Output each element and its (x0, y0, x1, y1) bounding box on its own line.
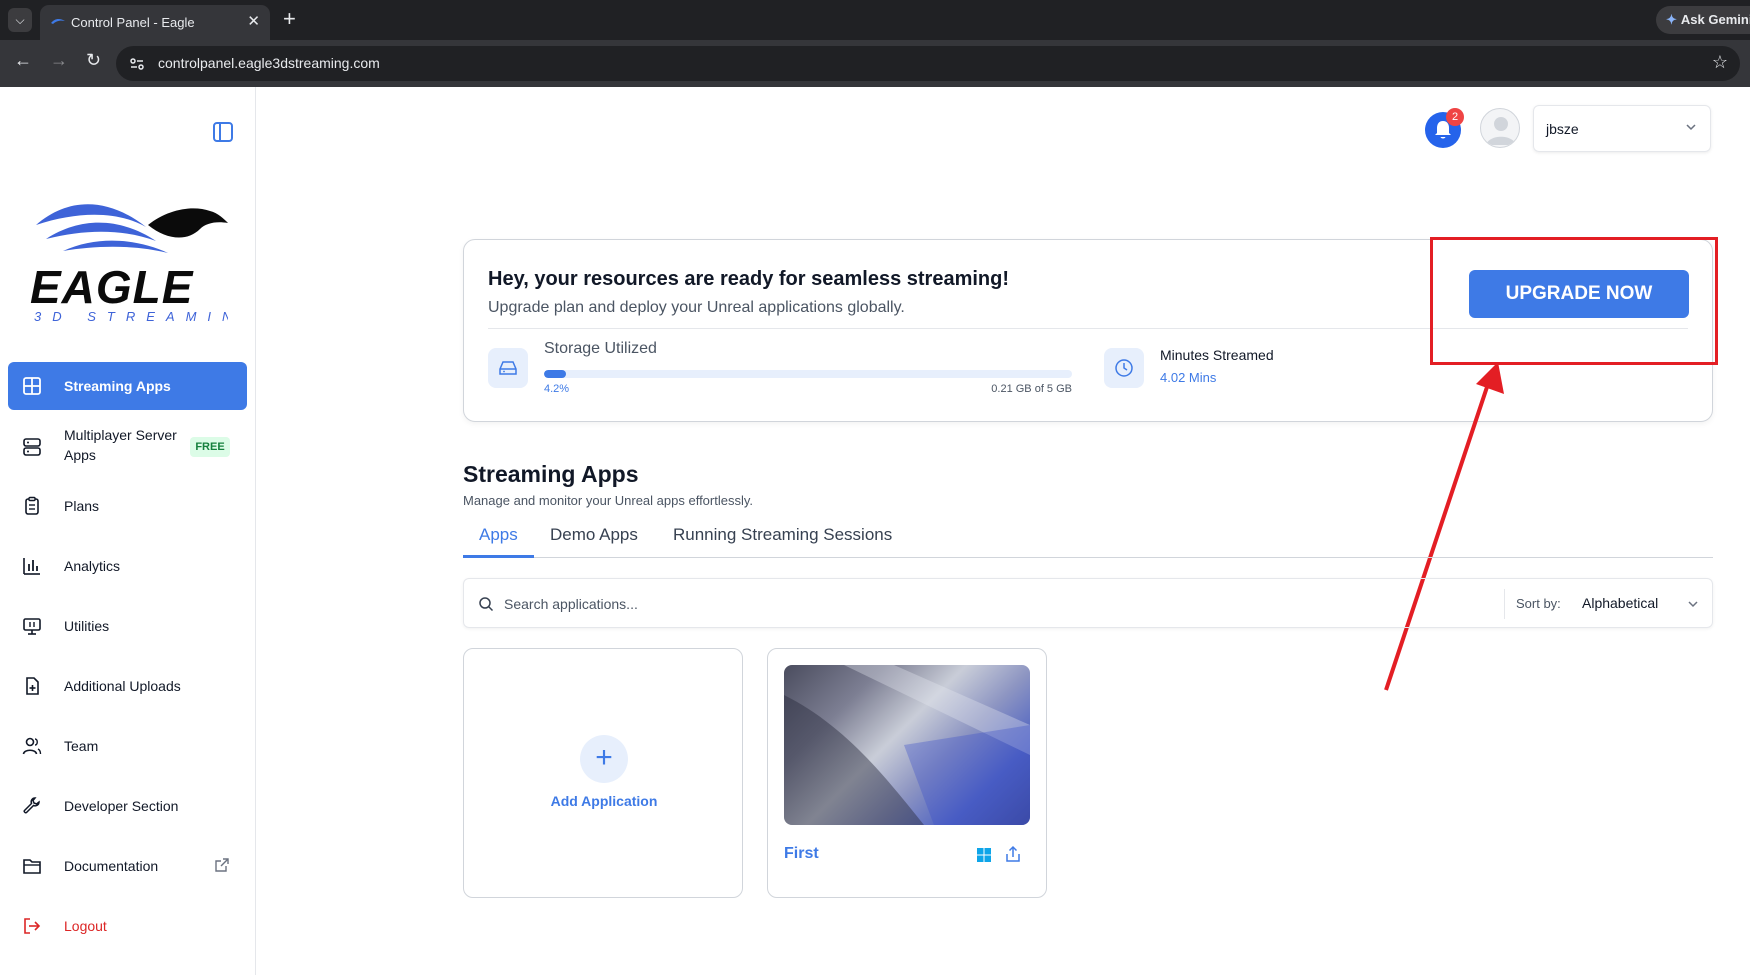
sidebar-item-developer-section[interactable]: Developer Section (8, 782, 247, 830)
bookmark-star-icon[interactable]: ☆ (1712, 52, 1728, 73)
windows-icon (977, 848, 991, 862)
server-icon (23, 438, 41, 456)
storage-amount: 0.21 GB of 5 GB (991, 383, 1072, 395)
eagle-3d-streaming-logo: EAGLE 3D STREAMING (30, 204, 228, 322)
user-avatar-icon (1486, 117, 1516, 145)
username-label: jbsze (1546, 121, 1579, 137)
new-tab-button[interactable]: + (283, 6, 296, 32)
search-icon (479, 597, 494, 612)
search-bar: Search applications... Sort by: Alphabet… (463, 578, 1713, 628)
logout-icon (24, 918, 41, 934)
svg-text:EAGLE: EAGLE (30, 261, 194, 313)
ask-gemini-button[interactable]: ✦ Ask Gemini (1656, 6, 1750, 34)
storage-progress-fill (544, 370, 567, 378)
sidebar-item-documentation[interactable]: Documentation (8, 842, 247, 890)
gemini-label: Ask Gemini (1680, 12, 1750, 27)
tab-list-button[interactable]: ⌵ (8, 8, 32, 32)
resources-headline: Hey, your resources are ready for seamle… (488, 268, 1009, 290)
tab-running-streaming-sessions[interactable]: Running Streaming Sessions (673, 525, 892, 545)
app-thumbnail[interactable] (784, 665, 1030, 825)
monitor-icon (23, 618, 41, 635)
sidebar-item-team[interactable]: Team (8, 722, 247, 770)
sidebar-toggle-icon[interactable] (212, 121, 234, 143)
plus-icon[interactable]: + (580, 735, 628, 783)
sidebar-item-label: Documentation (64, 858, 159, 874)
url-bar[interactable]: controlpanel.eagle3dstreaming.com ☆ (116, 46, 1740, 81)
add-application-label[interactable]: Add Application (464, 793, 744, 809)
avatar[interactable] (1480, 108, 1520, 148)
clipboard-icon (25, 496, 39, 515)
folder-icon (23, 859, 41, 874)
storage-icon-box (488, 348, 528, 388)
clock-icon (1115, 359, 1133, 377)
tab-apps[interactable]: Apps (479, 525, 518, 545)
browser-tab[interactable]: Control Panel - Eagle ✕ (40, 5, 270, 40)
active-tab-indicator (463, 555, 534, 558)
sidebar-item-label-line2: Apps (64, 447, 96, 463)
sidebar-item-label: Multiplayer Server (64, 427, 177, 443)
hard-drive-icon (499, 361, 517, 375)
sidebar-item-label: Streaming Apps (64, 378, 171, 394)
svg-text:3D STREAMING: 3D STREAMING (34, 309, 228, 322)
chevron-down-icon (1686, 124, 1696, 131)
sidebar-item-label: Additional Uploads (64, 678, 181, 694)
sidebar-item-analytics[interactable]: Analytics (8, 542, 247, 590)
file-plus-icon (26, 677, 39, 695)
sidebar-item-label: Team (64, 738, 99, 754)
user-dropdown[interactable]: jbsze (1533, 105, 1711, 152)
app-card-first[interactable]: First (767, 648, 1047, 898)
sidebar-item-additional-uploads[interactable]: Additional Uploads (8, 662, 247, 710)
add-application-card[interactable]: + Add Application (463, 648, 743, 898)
storage-progress-bar (544, 370, 1072, 378)
external-link-icon (215, 858, 229, 872)
resources-subtitle: Upgrade plan and deploy your Unreal appl… (488, 299, 905, 316)
apps-tabs: Apps Demo Apps Running Streaming Session… (463, 515, 1713, 558)
sidebar-item-label: Developer Section (64, 798, 179, 814)
sidebar-item-label: Analytics (64, 558, 121, 574)
tab-title: Control Panel - Eagle (71, 15, 195, 30)
section-title: Streaming Apps (463, 461, 639, 487)
chevron-down-icon[interactable] (1686, 597, 1700, 611)
thumbnail-art (784, 665, 1030, 825)
app-name[interactable]: First (784, 845, 819, 863)
notification-count-badge: 2 (1446, 108, 1464, 126)
wrench-icon (23, 797, 40, 814)
minutes-icon-box (1104, 348, 1144, 388)
url-text: controlpanel.eagle3dstreaming.com (158, 55, 380, 71)
back-icon[interactable]: ← (14, 50, 32, 71)
sort-select[interactable]: Alphabetical (1582, 595, 1658, 611)
minutes-value: 4.02 Mins (1160, 370, 1217, 385)
tab-demo-apps[interactable]: Demo Apps (550, 525, 638, 545)
grid-icon (23, 377, 41, 395)
sidebar-item-utilities[interactable]: Utilities (8, 602, 247, 650)
forward-icon[interactable]: → (50, 50, 68, 71)
sidebar-item-multiplayer-server-apps[interactable]: Multiplayer Server Apps FREE (8, 422, 247, 472)
browser-addressbar: ← → ↻ controlpanel.eagle3dstreaming.com … (0, 40, 1750, 87)
bar-chart-icon (23, 558, 40, 575)
sidebar-item-label: Utilities (64, 618, 110, 634)
sort-label: Sort by: (1516, 596, 1561, 611)
users-icon (22, 737, 42, 755)
site-settings-icon[interactable] (128, 55, 146, 73)
sidebar-item-label: Plans (64, 498, 100, 514)
sidebar-item-plans[interactable]: Plans (8, 482, 247, 530)
browser-tabbar: ⌵ Control Panel - Eagle ✕ + ✦ Ask Gemini (0, 0, 1750, 40)
eagle-favicon-icon (51, 18, 65, 24)
share-upload-icon[interactable] (1004, 845, 1022, 863)
sidebar-item-streaming-apps[interactable]: Streaming Apps (8, 362, 247, 410)
close-tab-icon[interactable]: ✕ (247, 12, 260, 30)
search-input[interactable]: Search applications... (504, 596, 638, 612)
reload-icon[interactable]: ↻ (86, 50, 101, 71)
minutes-label: Minutes Streamed (1160, 347, 1274, 363)
section-subtitle: Manage and monitor your Unreal apps effo… (463, 493, 754, 508)
sidebar-item-label: Logout (64, 918, 107, 934)
gemini-spark-icon: ✦ (1666, 12, 1677, 27)
search-divider (1504, 589, 1505, 619)
free-badge: FREE (190, 437, 230, 457)
sidebar: EAGLE 3D STREAMING Streaming Apps Multip… (0, 87, 256, 975)
storage-percent: 4.2% (544, 383, 570, 395)
annotation-highlight-box (1430, 237, 1718, 365)
sidebar-item-logout[interactable]: Logout (8, 902, 247, 950)
storage-label: Storage Utilized (544, 340, 657, 357)
